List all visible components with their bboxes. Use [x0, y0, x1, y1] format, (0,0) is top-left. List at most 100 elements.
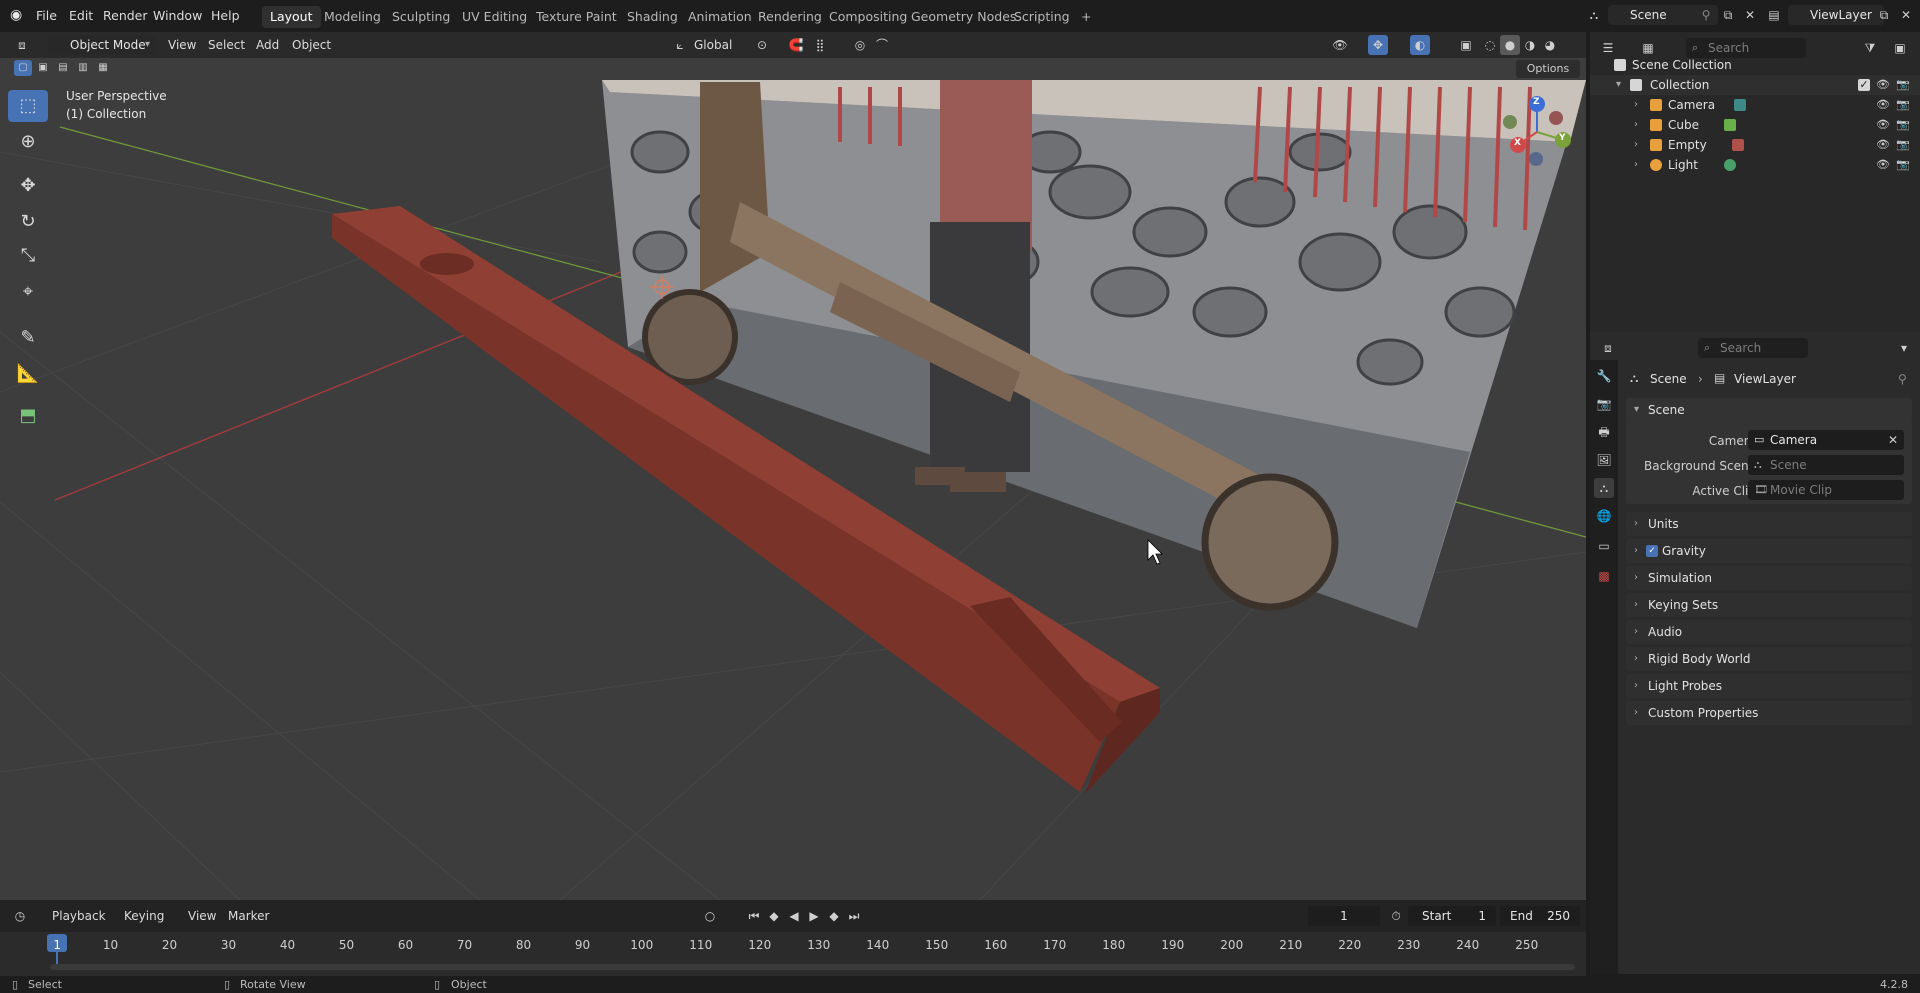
render-camera-icon[interactable]: 📷 — [1896, 95, 1910, 115]
tab-texture-paint[interactable]: Texture Paint — [528, 6, 625, 28]
viewlayer-icon[interactable]: ▤ — [1764, 5, 1784, 25]
pin-icon[interactable]: ⚲ — [1898, 372, 1907, 386]
delete-viewlayer-icon[interactable]: ✕ — [1896, 5, 1916, 25]
select-box-mode-icon[interactable]: ▢ — [14, 60, 32, 76]
pivot-point-icon[interactable]: ⊙ — [752, 35, 772, 55]
new-scene-icon[interactable]: ⧉ — [1718, 5, 1738, 25]
add-cube-tool-icon[interactable]: ⬒ — [8, 400, 48, 432]
jump-keyframe-forward-icon[interactable]: ◆ — [824, 906, 844, 926]
view-layer-tab-icon[interactable]: 🖼 — [1594, 450, 1614, 470]
gravity-checkbox[interactable]: ✓ — [1646, 545, 1658, 557]
visibility-icon[interactable]: 👁 — [1330, 35, 1350, 55]
blender-logo-icon[interactable]: ◉ — [10, 7, 22, 23]
pin-icon[interactable]: ⚲ — [1696, 5, 1716, 25]
expand-arrow-icon[interactable]: › — [1634, 135, 1638, 155]
tab-uv-editing[interactable]: UV Editing — [454, 6, 535, 28]
select-subtract-icon[interactable]: ▤ — [54, 60, 72, 76]
menu-render[interactable]: Render — [103, 8, 148, 23]
mode-dropdown[interactable]: Object Mode ▾ — [48, 35, 156, 55]
expand-arrow-icon[interactable]: › — [1634, 155, 1638, 175]
panel-keying-sets-header[interactable]: › Keying Sets — [1626, 593, 1912, 617]
menu-edit[interactable]: Edit — [69, 8, 93, 23]
timeline-editor-type-icon[interactable]: ◷ — [10, 906, 30, 926]
current-frame-field[interactable]: 1 — [1308, 906, 1380, 926]
properties-search-input[interactable]: ⌕ Search — [1698, 338, 1808, 358]
tool-tab-icon[interactable]: 🔧 — [1594, 366, 1614, 386]
menu-add[interactable]: Add — [256, 38, 279, 52]
panel-custom-properties-header[interactable]: › Custom Properties — [1626, 701, 1912, 725]
editor-type-icon[interactable]: ⧈ — [12, 35, 32, 55]
expand-arrow-icon[interactable]: › — [1634, 95, 1638, 115]
eye-icon[interactable]: 👁 — [1876, 115, 1890, 135]
collection-tab-icon[interactable]: ▭ — [1594, 536, 1614, 556]
outliner-scene-collection[interactable]: Scene Collection — [1590, 55, 1920, 75]
outliner-collection[interactable]: ▾ Collection ✓ 👁 📷 — [1590, 75, 1920, 95]
output-tab-icon[interactable]: 🖶 — [1594, 422, 1614, 442]
transform-orientation-icon[interactable]: ⟀ — [670, 35, 690, 55]
material-shading-icon[interactable]: ◑ — [1520, 35, 1540, 55]
snap-target-icon[interactable]: ⣿ — [810, 35, 830, 55]
panel-gravity-header[interactable]: › ✓ Gravity — [1626, 539, 1912, 563]
eye-icon[interactable]: 👁 — [1876, 95, 1890, 115]
texture-tab-icon[interactable]: ▩ — [1594, 566, 1614, 586]
tab-shading[interactable]: Shading — [619, 6, 686, 28]
outliner-item-camera[interactable]: › Camera 👁 📷 — [1590, 95, 1920, 115]
panel-simulation-header[interactable]: › Simulation — [1626, 566, 1912, 590]
menu-help[interactable]: Help — [211, 8, 240, 23]
menu-select[interactable]: Select — [208, 38, 245, 52]
panel-rigid-body-world-header[interactable]: › Rigid Body World — [1626, 647, 1912, 671]
menu-playback[interactable]: Playback — [52, 909, 106, 923]
jump-start-icon[interactable]: ⏮ — [744, 906, 764, 926]
jump-end-icon[interactable]: ⏭ — [844, 906, 864, 926]
3d-viewport[interactable]: Z Y X ⧈ Object Mode ▾ View Select Add Ob… — [0, 32, 1586, 900]
render-camera-icon[interactable]: 📷 — [1896, 135, 1910, 155]
end-frame-field[interactable]: End 250 — [1500, 906, 1580, 926]
rotate-tool-icon[interactable]: ↻ — [8, 206, 48, 238]
scene-icon[interactable]: ⛬ — [1584, 5, 1604, 25]
expand-arrow-icon[interactable]: › — [1634, 115, 1638, 135]
stopwatch-icon[interactable]: ⏱ — [1386, 906, 1406, 926]
clear-icon[interactable]: ✕ — [1888, 430, 1898, 450]
select-extend-icon[interactable]: ▣ — [34, 60, 52, 76]
cursor-tool-icon[interactable]: ⊕ — [8, 126, 48, 158]
play-reverse-icon[interactable]: ◀ — [784, 906, 804, 926]
render-tab-icon[interactable]: 📷 — [1594, 394, 1614, 414]
options-dropdown[interactable]: Options — [1516, 60, 1580, 78]
scale-tool-icon[interactable]: ⤡ — [8, 240, 48, 272]
outliner-item-cube[interactable]: › Cube 👁 📷 — [1590, 115, 1920, 135]
menu-file[interactable]: File — [36, 8, 57, 23]
transform-tool-icon[interactable]: ⌖ — [8, 276, 48, 308]
jump-keyframe-back-icon[interactable]: ◆ — [764, 906, 784, 926]
new-viewlayer-icon[interactable]: ⧉ — [1874, 5, 1894, 25]
outliner-item-empty[interactable]: › Empty 👁 📷 — [1590, 135, 1920, 155]
overlay-toggle-icon[interactable]: ◐ — [1410, 35, 1430, 55]
start-frame-field[interactable]: Start 1 — [1408, 906, 1496, 926]
background-scene-field[interactable]: ⛬ Scene — [1748, 455, 1904, 475]
transform-orientation-dropdown[interactable]: Global — [694, 38, 732, 52]
move-tool-icon[interactable]: ✥ — [8, 170, 48, 202]
camera-field[interactable]: ▭ Camera ✕ — [1748, 430, 1904, 450]
rendered-shading-icon[interactable]: ◕ — [1540, 35, 1560, 55]
eye-icon[interactable]: 👁 — [1876, 155, 1890, 175]
menu-view[interactable]: View — [188, 909, 216, 923]
active-clip-field[interactable]: 🎞 Movie Clip — [1748, 480, 1904, 500]
render-camera-icon[interactable]: 📷 — [1896, 155, 1910, 175]
select-tool-icon[interactable]: ⬚ — [8, 90, 48, 122]
falloff-icon[interactable]: ⌒ — [872, 35, 892, 55]
tab-animation[interactable]: Animation — [680, 6, 760, 28]
annotate-tool-icon[interactable]: ✎ — [8, 322, 48, 354]
render-camera-icon[interactable]: 📷 — [1896, 115, 1910, 135]
snap-icon[interactable]: 🧲 — [786, 35, 806, 55]
tab-layout[interactable]: Layout — [262, 6, 321, 28]
eye-icon[interactable]: 👁 — [1876, 75, 1890, 95]
tab-rendering[interactable]: Rendering — [750, 6, 830, 28]
tab-compositing[interactable]: Compositing — [821, 6, 915, 28]
timeline-scrollbar[interactable] — [50, 964, 1575, 970]
menu-view[interactable]: View — [168, 38, 196, 52]
tab-sculpting[interactable]: Sculpting — [384, 6, 458, 28]
tab-scripting[interactable]: Scripting — [1006, 6, 1078, 28]
auto-keying-icon[interactable]: ○ — [700, 906, 720, 926]
tab-modeling[interactable]: Modeling — [316, 6, 389, 28]
chevron-down-icon[interactable]: ▾ — [1894, 338, 1914, 358]
viewlayer-selector[interactable]: ViewLayer — [1788, 5, 1884, 25]
